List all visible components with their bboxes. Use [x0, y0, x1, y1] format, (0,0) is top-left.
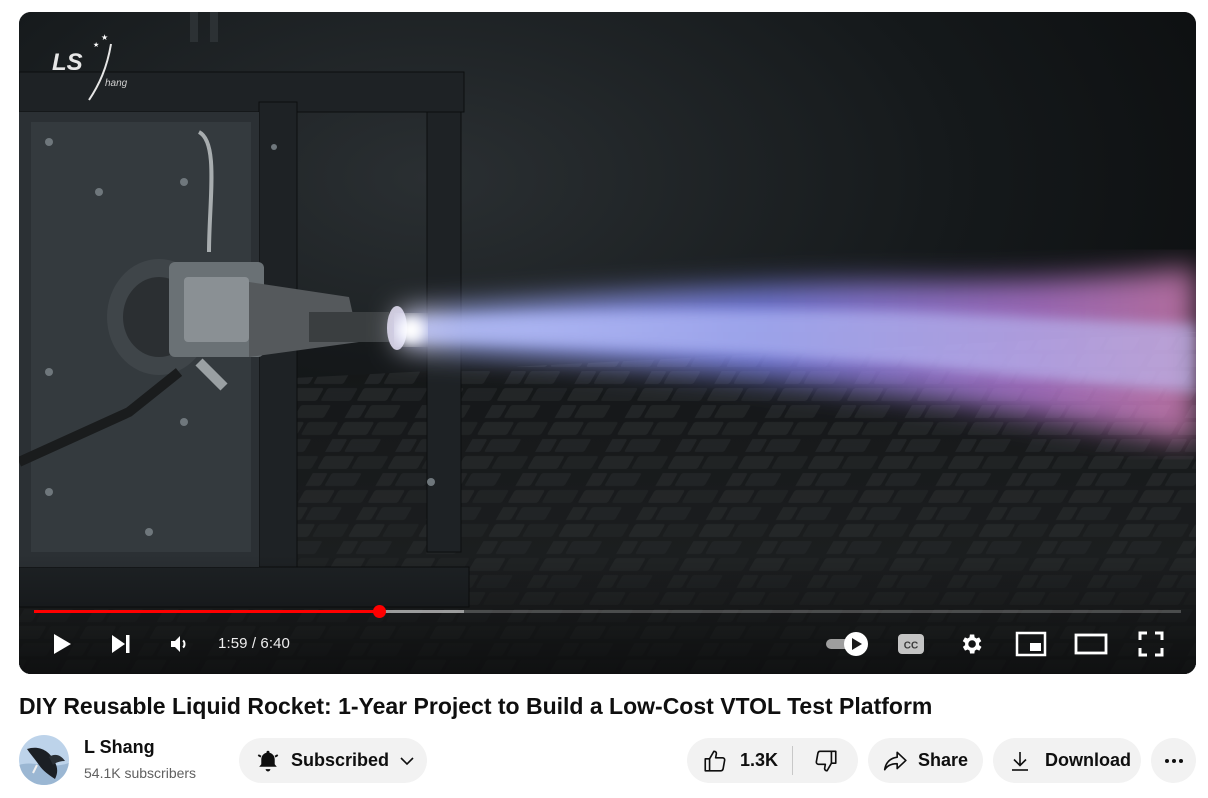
share-button[interactable]: Share: [868, 738, 983, 783]
download-button[interactable]: Download: [993, 738, 1141, 783]
chevron-down-icon: [400, 756, 414, 765]
watermark-text: LS: [52, 49, 83, 76]
settings-button[interactable]: [949, 620, 993, 668]
subscriber-count: 54.1K subscribers: [84, 765, 197, 781]
progress-bar[interactable]: [34, 605, 1181, 618]
autoplay-toggle-icon: [826, 632, 868, 656]
time-display: 1:59 / 6:40: [218, 635, 290, 652]
watermark-subtext: hang: [105, 78, 128, 89]
captions-button[interactable]: CC: [889, 620, 933, 668]
play-button[interactable]: [41, 620, 81, 668]
volume-icon: [171, 636, 186, 652]
miniplayer-icon: [1015, 631, 1047, 657]
thumbs-up-icon: [704, 749, 726, 772]
avatar-image: [19, 735, 69, 785]
video-title: DIY Reusable Liquid Rocket: 1-Year Proje…: [19, 693, 933, 719]
next-icon: [112, 635, 130, 653]
theater-mode-icon: [1074, 633, 1108, 655]
more-horizontal-icon: [1164, 758, 1183, 763]
like-dislike-group: 1.3K: [687, 738, 858, 783]
share-icon: [883, 751, 907, 770]
download-icon: [1012, 751, 1028, 771]
thumbs-down-icon: [815, 749, 837, 772]
like-count: 1.3K: [740, 750, 779, 770]
svg-text:★: ★: [93, 41, 99, 49]
channel-watermark-logo: LS hang ★ ★: [52, 33, 128, 101]
gear-icon: [962, 634, 982, 654]
next-button[interactable]: [101, 620, 141, 668]
volume-button[interactable]: [159, 620, 199, 668]
channel-avatar[interactable]: [19, 735, 69, 785]
dislike-button[interactable]: [793, 738, 858, 783]
bell-icon: [257, 750, 279, 772]
svg-text:CC: CC: [904, 641, 918, 652]
theater-mode-button[interactable]: [1069, 620, 1113, 668]
download-label: Download: [1045, 750, 1131, 770]
subscribed-button[interactable]: Subscribed: [239, 738, 427, 783]
progress-played: [34, 610, 380, 613]
fullscreen-icon: [1138, 631, 1164, 657]
subscribed-label: Subscribed: [291, 750, 390, 770]
watch-page: LS hang ★ ★ 1:59 / 6:40 CC DIY Reusable …: [0, 0, 1208, 798]
autoplay-toggle[interactable]: [824, 620, 870, 668]
like-button[interactable]: 1.3K: [687, 738, 792, 783]
miniplayer-button[interactable]: [1009, 620, 1053, 668]
share-label: Share: [918, 750, 969, 770]
channel-name[interactable]: L Shang: [84, 737, 155, 758]
fullscreen-button[interactable]: [1129, 620, 1173, 668]
video-player[interactable]: LS hang ★ ★ 1:59 / 6:40 CC: [19, 12, 1196, 674]
player-controls: 1:59 / 6:40 CC: [19, 620, 1196, 668]
captions-icon: CC: [898, 634, 924, 654]
play-icon: [54, 634, 71, 654]
svg-text:★: ★: [101, 33, 108, 42]
more-actions-button[interactable]: [1151, 738, 1196, 783]
